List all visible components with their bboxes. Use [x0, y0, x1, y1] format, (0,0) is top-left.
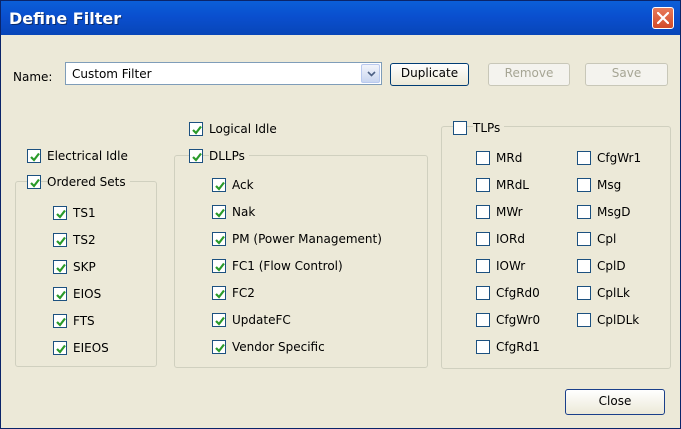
checkmark-icon: [30, 152, 40, 162]
checkmark-icon: [215, 343, 225, 353]
define-filter-dialog: Define Filter Name: Custom Filter Duplic…: [0, 0, 681, 429]
close-icon: [657, 12, 669, 24]
checkbox-box[interactable]: [577, 178, 591, 192]
checkbox-box[interactable]: [53, 206, 67, 220]
checkbox-box[interactable]: [577, 232, 591, 246]
checkbox-box[interactable]: [476, 259, 490, 273]
checkbox-label: TLPs: [473, 121, 505, 135]
checkbox-label: UpdateFC: [232, 313, 294, 327]
checkbox-box[interactable]: [53, 233, 67, 247]
checkmark-icon: [56, 209, 66, 219]
checkbox-label: CfgRd0: [496, 286, 543, 300]
checkbox-label: CfgWr0: [496, 313, 544, 327]
filter-name-value: Custom Filter: [72, 67, 152, 81]
checkbox-box[interactable]: [189, 149, 203, 163]
checkmark-icon: [56, 263, 66, 273]
checkbox-box[interactable]: [53, 260, 67, 274]
checkbox-label: EIEOS: [73, 341, 112, 355]
checkbox-box[interactable]: [476, 151, 490, 165]
checkbox-label: MRd: [496, 151, 526, 165]
checkbox-box[interactable]: [212, 232, 226, 246]
checkbox-box[interactable]: [476, 178, 490, 192]
remove-button[interactable]: Remove: [488, 63, 570, 86]
checkmark-icon: [215, 289, 225, 299]
window-title: Define Filter: [9, 9, 122, 28]
checkbox-box[interactable]: [189, 122, 203, 136]
checkmark-icon: [215, 181, 225, 191]
checkbox-box[interactable]: [577, 151, 591, 165]
checkmark-icon: [56, 236, 66, 246]
checkbox-box[interactable]: [212, 313, 226, 327]
checkbox-box[interactable]: [476, 205, 490, 219]
checkbox-box[interactable]: [53, 314, 67, 328]
checkbox-box[interactable]: [212, 286, 226, 300]
checkbox-label: Nak: [232, 205, 259, 219]
checkbox-box[interactable]: [577, 286, 591, 300]
checkbox-box[interactable]: [476, 340, 490, 354]
filter-name-combobox[interactable]: Custom Filter: [65, 62, 382, 85]
duplicate-button[interactable]: Duplicate: [390, 63, 469, 86]
checkbox-label: PM (Power Management): [232, 232, 385, 246]
checkbox-label: CfgRd1: [496, 340, 543, 354]
checkbox-label: Msg: [597, 178, 625, 192]
checkbox-label: Electrical Idle: [47, 149, 131, 163]
checkbox-box[interactable]: [577, 313, 591, 327]
checkbox-box[interactable]: [212, 178, 226, 192]
close-button[interactable]: Close: [565, 389, 665, 415]
checkbox-box[interactable]: [27, 149, 41, 163]
checkbox-box[interactable]: [476, 232, 490, 246]
checkmark-icon: [56, 290, 66, 300]
checkbox-box[interactable]: [27, 175, 41, 189]
checkbox-label: TS1: [73, 206, 99, 220]
checkbox-box[interactable]: [53, 287, 67, 301]
checkbox-box[interactable]: [476, 313, 490, 327]
checkbox-box[interactable]: [53, 341, 67, 355]
checkbox-label: SKP: [73, 260, 99, 274]
checkbox-label: Vendor Specific: [232, 340, 328, 354]
checkbox-label: CplLk: [597, 286, 633, 300]
checkmark-icon: [56, 317, 66, 327]
checkbox-label: Ordered Sets: [47, 175, 130, 189]
save-button[interactable]: Save: [585, 63, 668, 86]
checkmark-icon: [215, 262, 225, 272]
checkmark-icon: [30, 178, 40, 188]
checkbox-box[interactable]: [577, 259, 591, 273]
checkmark-icon: [215, 208, 225, 218]
checkbox-label: CplDLk: [597, 313, 643, 327]
checkbox-label: IORd: [496, 232, 528, 246]
checkbox-label: FC2: [232, 286, 258, 300]
checkbox-box[interactable]: [453, 121, 467, 135]
checkmark-icon: [215, 235, 225, 245]
chevron-down-icon: [367, 71, 376, 77]
checkmark-icon: [192, 152, 202, 162]
checkbox-label: TS2: [73, 233, 99, 247]
dropdown-button[interactable]: [361, 64, 380, 83]
name-label: Name:: [13, 70, 53, 84]
checkbox-label: MsgD: [597, 205, 634, 219]
checkmark-icon: [56, 344, 66, 354]
checkbox-label: MRdL: [496, 178, 532, 192]
checkbox-box[interactable]: [212, 205, 226, 219]
checkbox-label: FC1 (Flow Control): [232, 259, 346, 273]
checkbox-label: DLLPs: [209, 149, 249, 163]
close-window-button[interactable]: [652, 7, 674, 29]
checkbox-label: MWr: [496, 205, 526, 219]
checkbox-label: Logical Idle: [209, 122, 280, 136]
checkmark-icon: [215, 316, 225, 326]
checkmark-icon: [192, 125, 202, 135]
checkbox-box[interactable]: [212, 259, 226, 273]
checkbox-label: CfgWr1: [597, 151, 645, 165]
checkbox-label: FTS: [73, 314, 98, 328]
title-bar: Define Filter: [1, 1, 680, 35]
checkbox-box[interactable]: [577, 205, 591, 219]
checkbox-box[interactable]: [476, 286, 490, 300]
checkbox-label: Cpl: [597, 232, 620, 246]
checkbox-label: Ack: [232, 178, 257, 192]
checkbox-label: CplD: [597, 259, 629, 273]
checkbox-label: IOWr: [496, 259, 529, 273]
checkbox-label: EIOS: [73, 287, 105, 301]
checkbox-box[interactable]: [212, 340, 226, 354]
